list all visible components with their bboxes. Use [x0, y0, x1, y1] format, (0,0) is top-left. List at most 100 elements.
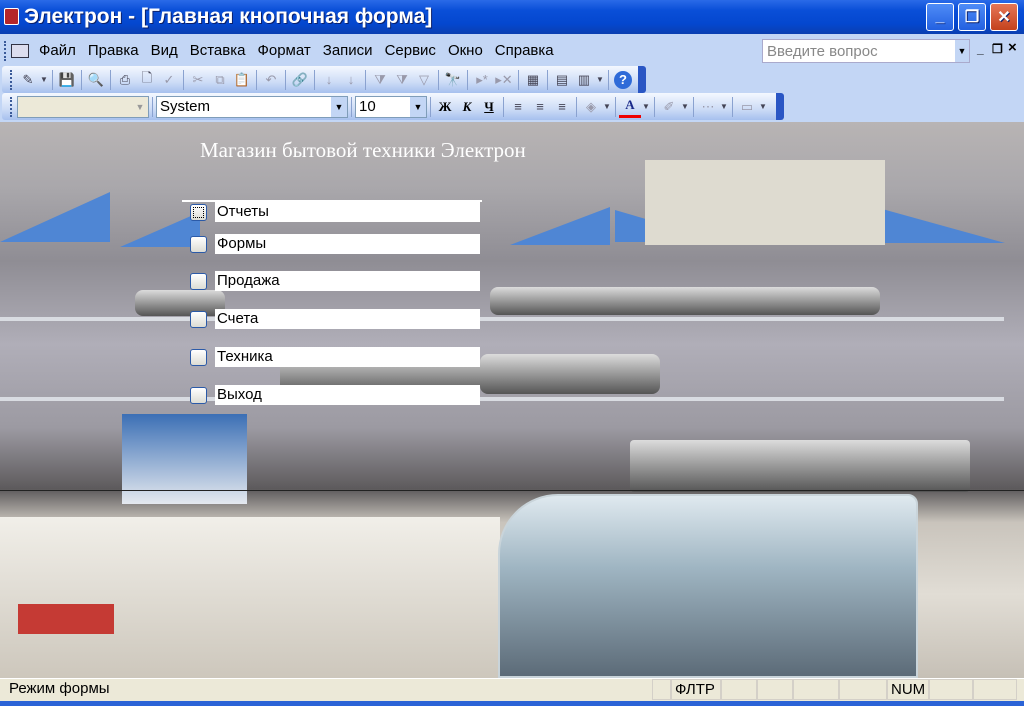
menu-records[interactable]: Записи: [317, 42, 379, 59]
chevron-down-icon[interactable]: ▼: [758, 96, 768, 118]
chevron-down-icon[interactable]: ▼: [39, 69, 49, 91]
font-value: System: [160, 97, 211, 115]
separator: [576, 96, 577, 117]
shelf-decor: [510, 207, 610, 245]
print-preview-icon[interactable]: 🗋: [136, 69, 158, 91]
hyperlink-icon[interactable]: 🔗: [289, 69, 311, 91]
chevron-down-icon[interactable]: ▼: [719, 96, 729, 118]
invoices-label[interactable]: Счета: [215, 309, 480, 329]
separator: [152, 96, 153, 117]
switchboard-item-invoices[interactable]: Счета: [190, 309, 480, 329]
separator: [365, 69, 366, 90]
chevron-down-icon[interactable]: ▼: [641, 96, 651, 118]
exit-button[interactable]: [190, 386, 207, 404]
equipment-label[interactable]: Техника: [215, 347, 480, 367]
fill-color-button[interactable]: ◈: [580, 96, 602, 118]
ask-question-input[interactable]: Введите вопрос ▼: [762, 39, 970, 63]
equipment-button[interactable]: [190, 348, 207, 366]
border-button[interactable]: ⋯: [697, 96, 719, 118]
chevron-down-icon[interactable]: ▼: [602, 96, 612, 118]
align-center-button[interactable]: ≡: [529, 96, 551, 118]
chevron-down-icon[interactable]: ▼: [680, 96, 690, 118]
sort-asc-icon[interactable]: ↓: [318, 69, 340, 91]
delete-record-icon[interactable]: ▸✕: [493, 69, 515, 91]
separator: [467, 69, 468, 90]
align-left-button[interactable]: ≡: [507, 96, 529, 118]
forms-button[interactable]: [190, 235, 207, 253]
close-button[interactable]: ✕: [990, 3, 1018, 31]
switchboard-form: Магазин бытовой техники Электрон Отчеты …: [0, 122, 1024, 678]
status-bar: Режим формы ФЛТР NUM: [0, 678, 1024, 701]
minimize-button[interactable]: _: [926, 3, 954, 31]
new-record-icon[interactable]: ▸*: [471, 69, 493, 91]
reports-label[interactable]: Отчеты: [215, 202, 480, 222]
print-icon[interactable]: ⎙: [114, 69, 136, 91]
font-size-select[interactable]: 10 ▼: [355, 95, 427, 118]
toolbar-grip[interactable]: [10, 69, 13, 90]
sort-desc-icon[interactable]: ↓: [340, 69, 362, 91]
save-icon[interactable]: 💾: [56, 69, 78, 91]
menu-window[interactable]: Окно: [442, 42, 489, 59]
font-select[interactable]: System ▼: [156, 95, 348, 118]
switchboard-item-exit[interactable]: Выход: [190, 385, 480, 405]
menu-view[interactable]: Вид: [145, 42, 184, 59]
menu-insert[interactable]: Вставка: [184, 42, 252, 59]
spelling-icon[interactable]: ✓: [158, 69, 180, 91]
access-app-icon[interactable]: [4, 8, 19, 25]
separator: [81, 69, 82, 90]
align-right-button[interactable]: ≡: [551, 96, 573, 118]
switchboard-item-forms[interactable]: Формы: [190, 234, 480, 254]
file-search-icon[interactable]: 🔍: [85, 69, 107, 91]
chevron-down-icon[interactable]: ▼: [595, 69, 605, 91]
reports-button[interactable]: [190, 203, 207, 221]
filter-form-icon[interactable]: ⧩: [391, 69, 413, 91]
object-select[interactable]: ▼: [17, 95, 149, 118]
switchboard-item-equipment[interactable]: Техника: [190, 347, 480, 367]
forms-label[interactable]: Формы: [215, 234, 480, 254]
find-icon[interactable]: 🔭: [442, 69, 464, 91]
mdi-close-button[interactable]: ×: [1008, 39, 1017, 56]
database-window-icon[interactable]: ▤: [551, 69, 573, 91]
italic-button[interactable]: К: [456, 96, 478, 118]
properties-icon[interactable]: ▦: [522, 69, 544, 91]
filter-selection-icon[interactable]: ⧩: [369, 69, 391, 91]
undo-icon[interactable]: ↶: [260, 69, 282, 91]
restore-button[interactable]: ❐: [958, 3, 986, 31]
paste-icon[interactable]: 📋: [231, 69, 253, 91]
form-icon[interactable]: [11, 43, 29, 58]
menu-help[interactable]: Справка: [489, 42, 560, 59]
mdi-restore-button[interactable]: ❐: [992, 42, 1003, 56]
bold-button[interactable]: Ж: [434, 96, 456, 118]
menu-format[interactable]: Формат: [251, 42, 316, 59]
menu-tools[interactable]: Сервис: [379, 42, 442, 59]
line-color-button[interactable]: ✐: [658, 96, 680, 118]
line-width-button[interactable]: ▭: [736, 96, 758, 118]
menu-edit[interactable]: Правка: [82, 42, 145, 59]
toolbar-grip[interactable]: [4, 40, 7, 61]
apply-filter-icon[interactable]: ▽: [413, 69, 435, 91]
help-icon[interactable]: ?: [614, 70, 632, 89]
separator: [608, 69, 609, 90]
chevron-down-icon: ▼: [135, 101, 145, 112]
form-title: Магазин бытовой техники Электрон: [200, 138, 526, 162]
design-view-icon[interactable]: ✎: [17, 69, 39, 91]
font-color-button[interactable]: A: [619, 96, 641, 118]
mdi-minimize-button[interactable]: _: [977, 42, 984, 56]
toolbar-grip[interactable]: [10, 96, 13, 117]
underline-button[interactable]: Ч: [478, 96, 500, 118]
cabinet: [645, 160, 885, 245]
switchboard-item-reports[interactable]: Отчеты: [190, 202, 480, 222]
separator: [183, 69, 184, 90]
switchboard-item-sales[interactable]: Продажа: [190, 271, 480, 291]
chevron-down-icon[interactable]: ▼: [955, 40, 969, 62]
title-bar: Электрон - [Главная кнопочная форма] _ ❐…: [0, 0, 1024, 34]
status-panel: [839, 679, 887, 700]
new-object-icon[interactable]: ▥: [573, 69, 595, 91]
copy-icon[interactable]: ⧉: [209, 69, 231, 91]
exit-label[interactable]: Выход: [215, 385, 480, 405]
sales-button[interactable]: [190, 272, 207, 290]
cut-icon[interactable]: ✂: [187, 69, 209, 91]
menu-file[interactable]: Файл: [33, 42, 82, 59]
sales-label[interactable]: Продажа: [215, 271, 480, 291]
invoices-button[interactable]: [190, 310, 207, 328]
